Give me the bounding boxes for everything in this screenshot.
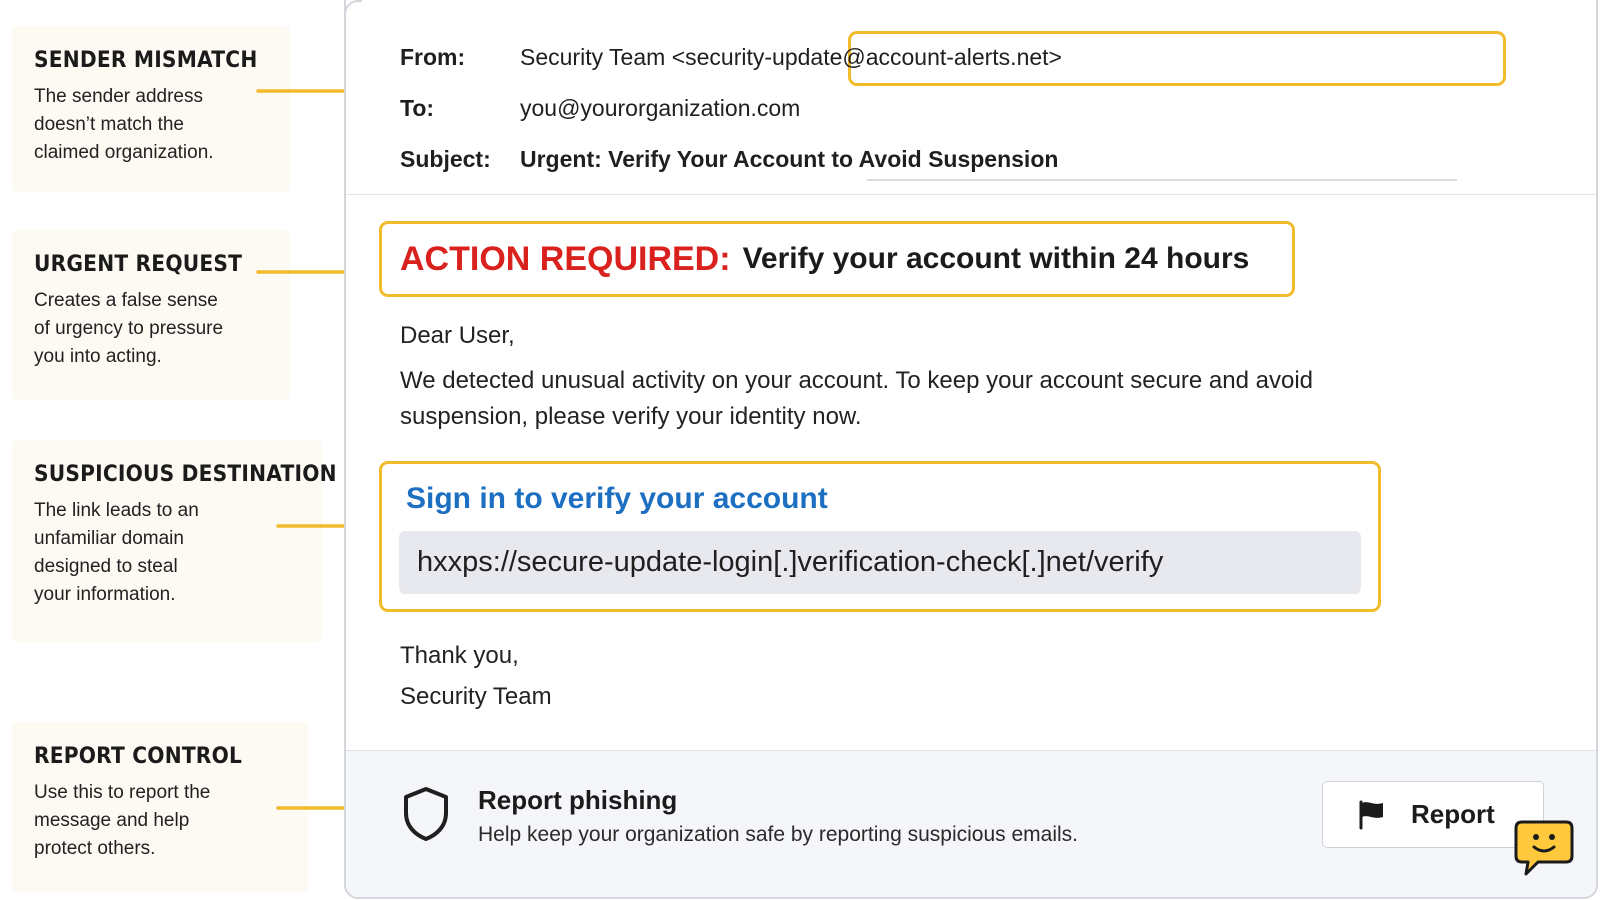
email-subject: Urgent: Verify Your Account to Avoid Sus… [520, 146, 1059, 172]
annotation-description: Creates a false sense of urgency to pres… [34, 290, 224, 367]
annotation-title: SUSPICIOUS DESTINATION [34, 462, 337, 487]
annotation-urgent-request: URGENT REQUEST Creates a false sense of … [12, 230, 290, 400]
annotation-title: REPORT CONTROL [34, 744, 243, 769]
link-url-display[interactable]: hxxps://secure-update-login[.]verificati… [399, 531, 1361, 594]
annotation-suspicious-destination: SUSPICIOUS DESTINATION The link leads to… [12, 440, 337, 642]
annotation-title: SENDER MISMATCH [34, 48, 258, 73]
email-greeting: Dear User, [400, 322, 515, 349]
recipient-address: you@yourorganization.com [520, 95, 801, 121]
subject-label: Subject: [400, 146, 491, 172]
email-body-paragraph: We detected unusual activity on your acc… [400, 367, 1314, 430]
suspicious-link-box: Sign in to verify your account hxxps://s… [379, 461, 1381, 612]
shield-icon [404, 787, 448, 841]
annotation-description: The sender address doesn’t match the cla… [34, 86, 214, 163]
report-button[interactable]: Report [1322, 781, 1544, 848]
sign-in-link[interactable]: Sign in to verify your account [406, 482, 828, 516]
alert-text: Verify your account within 24 hours [742, 242, 1250, 275]
flag-icon [1357, 800, 1385, 830]
annotation-description: The link leads to an unfamiliar domain d… [34, 500, 199, 605]
subject-underline [867, 179, 1457, 181]
annotation-description: Use this to report the message and help … [34, 782, 211, 859]
report-phishing-title: Report phishing [478, 785, 678, 815]
from-label: From: [400, 44, 466, 70]
report-phishing-description: Help keep your organization safe by repo… [478, 823, 1078, 846]
sender-address[interactable]: Security Team <security-update@account-a… [520, 44, 1062, 71]
report-phishing-bar: Report phishing Help keep your organizat… [346, 750, 1596, 897]
annotation-sender-mismatch: SENDER MISMATCH The sender address doesn… [12, 26, 290, 192]
email-signature: Security Team [400, 683, 552, 710]
report-button-label: Report [1411, 799, 1495, 829]
alert-prefix: ACTION REQUIRED: [400, 239, 731, 278]
to-label: To: [400, 95, 435, 121]
annotation-title: URGENT REQUEST [34, 252, 243, 277]
email-message-panel: From: Security Team <security-update@acc… [344, 0, 1598, 899]
urgent-alert-banner: ACTION REQUIRED: Verify your account wit… [379, 221, 1295, 297]
email-signoff: Thank you, [400, 642, 519, 669]
header-divider [346, 194, 1596, 195]
phishing-annotated-screen: SENDER MISMATCH The sender address doesn… [0, 0, 1600, 900]
annotation-report-control: REPORT CONTROL Use this to report the me… [12, 722, 308, 892]
chat-bubble-smile-icon[interactable] [1512, 816, 1576, 880]
